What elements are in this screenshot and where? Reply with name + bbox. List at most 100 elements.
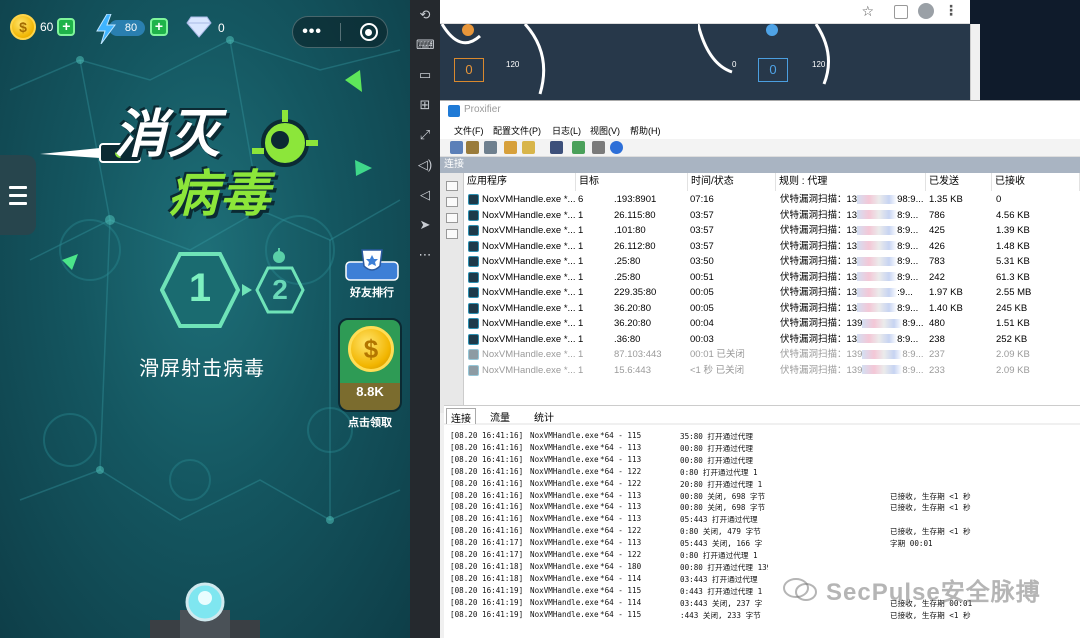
table-row[interactable]: NoxVMHandle.exe *... 1 26.115:80 03:57 伏特漏洞扫… <box>464 208 1080 224</box>
menu-view[interactable]: 视图(V) <box>590 124 620 137</box>
menu-file[interactable]: 文件(F) <box>454 124 484 137</box>
redacted-block <box>857 210 898 220</box>
close-icon[interactable] <box>446 213 458 223</box>
leaderboard-button[interactable]: 好友排行 <box>342 248 402 300</box>
table-row[interactable]: NoxVMHandle.exe *... 1 36.20:80 00:04 伏特漏洞扫描… <box>464 316 1080 332</box>
col-sent[interactable]: 已发送 <box>926 173 992 191</box>
profile-avatar[interactable] <box>918 3 934 19</box>
tab-traffic[interactable]: 流量 <box>486 408 514 424</box>
rules-icon[interactable] <box>504 141 517 154</box>
more-menu-button[interactable]: ••• <box>302 23 322 41</box>
side-menu-button[interactable] <box>0 155 36 235</box>
reward-card[interactable]: $ 8.8K <box>338 318 402 412</box>
gauge-left-value: 0 <box>454 58 484 82</box>
copy-icon[interactable] <box>572 141 585 154</box>
side-icons <box>440 173 464 413</box>
filter-icon[interactable] <box>446 229 458 239</box>
nox-app-icon <box>468 287 479 298</box>
table-row[interactable]: NoxVMHandle.exe *... 1 26.112:80 03:57 伏特漏洞扫… <box>464 239 1080 255</box>
rule-tail: 8:9... <box>897 240 919 252</box>
nox-app-icon <box>468 209 479 221</box>
cell-received: 252 KB <box>996 333 1028 345</box>
rotate-icon[interactable]: ⟲ <box>416 6 434 24</box>
cell-sent: 480 <box>929 318 945 329</box>
log-pid: *64 - 113 <box>600 490 642 500</box>
view-list-icon[interactable] <box>446 181 458 191</box>
menu-line-icon <box>9 185 27 189</box>
options-icon[interactable] <box>550 141 563 154</box>
menu-help[interactable]: 帮助(H) <box>630 124 661 137</box>
keyboard-icon[interactable]: ⌨ <box>416 36 435 54</box>
volume-down-icon[interactable]: ◁ <box>416 186 434 204</box>
log-time: [08.20 16:41:17] <box>450 550 524 559</box>
close-target-button[interactable] <box>359 23 378 41</box>
claim-reward-label[interactable]: 点击领取 <box>338 414 402 430</box>
browser-scrollbar[interactable] <box>970 24 980 100</box>
volume-up-icon[interactable]: ◁) <box>416 156 434 174</box>
cell-received: 2.09 KB <box>996 349 1030 360</box>
table-row[interactable]: NoxVMHandle.exe *... 1 15.6:443 <1 秒 已关闭 伏特漏… <box>464 363 1080 379</box>
cell-pid: 1 <box>578 349 584 360</box>
log-pid: *64 - 122 <box>600 526 642 536</box>
log-detail: 已接收, 生存期 <1 秒 <box>890 491 971 501</box>
col-received[interactable]: 已接收 <box>992 173 1080 191</box>
cell-app: NoxVMHandle.exe *... <box>482 194 576 205</box>
location-icon[interactable]: ➤ <box>416 216 434 234</box>
menu-log[interactable]: 日志(L) <box>552 124 581 137</box>
table-row[interactable]: NoxVMHandle.exe *... 1 .25:80 03:50 伏特漏洞扫描：1… <box>464 254 1080 270</box>
log-pid: *64 - 113 <box>600 454 642 464</box>
game-screen[interactable]: $ 60 + 80 + 0 ••• 消灭 病毒 1 2 滑屏射击病毒 好友排行 … <box>0 0 410 638</box>
table-row[interactable]: NoxVMHandle.exe *... 1 .101:80 03:57 伏特漏洞扫描：… <box>464 223 1080 239</box>
log-time: [08.20 16:41:16] <box>450 526 524 536</box>
more-icon[interactable]: ⋯ <box>416 246 434 264</box>
log-line: [08.20 16:41:16] NoxVMHandle.exe *64 - 113… <box>450 455 1080 467</box>
print-icon[interactable] <box>592 141 605 154</box>
fullscreen-icon[interactable]: ⤢ <box>416 126 434 144</box>
col-application[interactable]: 应用程序 <box>464 173 576 191</box>
extension-icon[interactable] <box>894 5 908 19</box>
gauge-right-max: 120 <box>812 60 826 69</box>
log-action: 03:443 打开通过代理 <box>680 574 758 584</box>
log-action: 00:80 打开通过代理 139 <box>680 562 768 572</box>
save-icon[interactable] <box>466 141 479 154</box>
redacted-block <box>857 334 898 344</box>
tab-connections[interactable]: 连接 <box>446 408 476 425</box>
table-row[interactable]: NoxVMHandle.exe *... 1 .25:80 00:51 伏特漏洞扫描：1… <box>464 270 1080 286</box>
cell-received: 1.39 KB <box>996 225 1030 236</box>
log-line: [08.20 16:41:16] NoxVMHandle.exe *64 - 113… <box>450 502 1080 514</box>
proxy-icon[interactable] <box>484 141 497 154</box>
cell-pid: 1 <box>578 225 584 236</box>
log-action: 0:80 打开通过代理 1 <box>680 551 758 560</box>
bookmark-star-icon[interactable]: ☆ <box>861 3 874 20</box>
log-process: NoxVMHandle.exe <box>530 478 599 488</box>
cell-time: <1 秒 已关闭 <box>690 364 745 376</box>
add-apk-icon[interactable]: ⊞ <box>416 96 434 114</box>
cell-sent: 426 <box>929 240 945 252</box>
expand-icon[interactable] <box>446 197 458 207</box>
cell-app: NoxVMHandle.exe *... <box>482 271 576 283</box>
tab-label: 流量 <box>490 413 510 424</box>
cell-pid: 1 <box>578 333 584 345</box>
cell-rule: 伏特漏洞扫描：139 8:9... <box>780 363 926 379</box>
col-rule-proxy[interactable]: 规则 : 代理 <box>776 173 926 191</box>
tab-statistics[interactable]: 统计 <box>530 408 558 424</box>
current-level-hex: 1 <box>159 252 241 328</box>
table-row[interactable]: NoxVMHandle.exe *... 1 36.20:80 00:05 伏特漏洞扫描… <box>464 301 1080 317</box>
screen-icon[interactable]: ▭ <box>416 66 434 84</box>
resolve-icon[interactable] <box>522 141 535 154</box>
table-row[interactable]: NoxVMHandle.exe *... 1 229.35:80 00:05 伏特漏洞扫… <box>464 285 1080 301</box>
menu-profile[interactable]: 配置文件(P) <box>493 124 541 137</box>
add-energy-button[interactable]: + <box>150 18 168 36</box>
cell-target: 15.6:443 <box>614 364 651 376</box>
log-action: 0:80 关闭, 479 字节 <box>680 527 761 537</box>
table-row[interactable]: NoxVMHandle.exe *... 1 .36:80 00:03 伏特漏洞扫描：1… <box>464 332 1080 348</box>
col-time-status[interactable]: 时间/状态 <box>688 173 776 191</box>
table-row[interactable]: NoxVMHandle.exe *... 1 87.103:443 00:01 已关闭… <box>464 347 1080 363</box>
table-row[interactable]: NoxVMHandle.exe *... 6 .193:8901 07:16 伏特漏洞扫… <box>464 192 1080 208</box>
help-icon[interactable] <box>610 141 623 154</box>
profile-icon[interactable] <box>450 141 463 154</box>
browser-menu-icon[interactable]: ⋮ <box>944 2 958 19</box>
cell-target: .25:80 <box>614 271 641 283</box>
col-target[interactable]: 目标 <box>576 173 688 191</box>
add-coins-button[interactable]: + <box>57 18 76 36</box>
